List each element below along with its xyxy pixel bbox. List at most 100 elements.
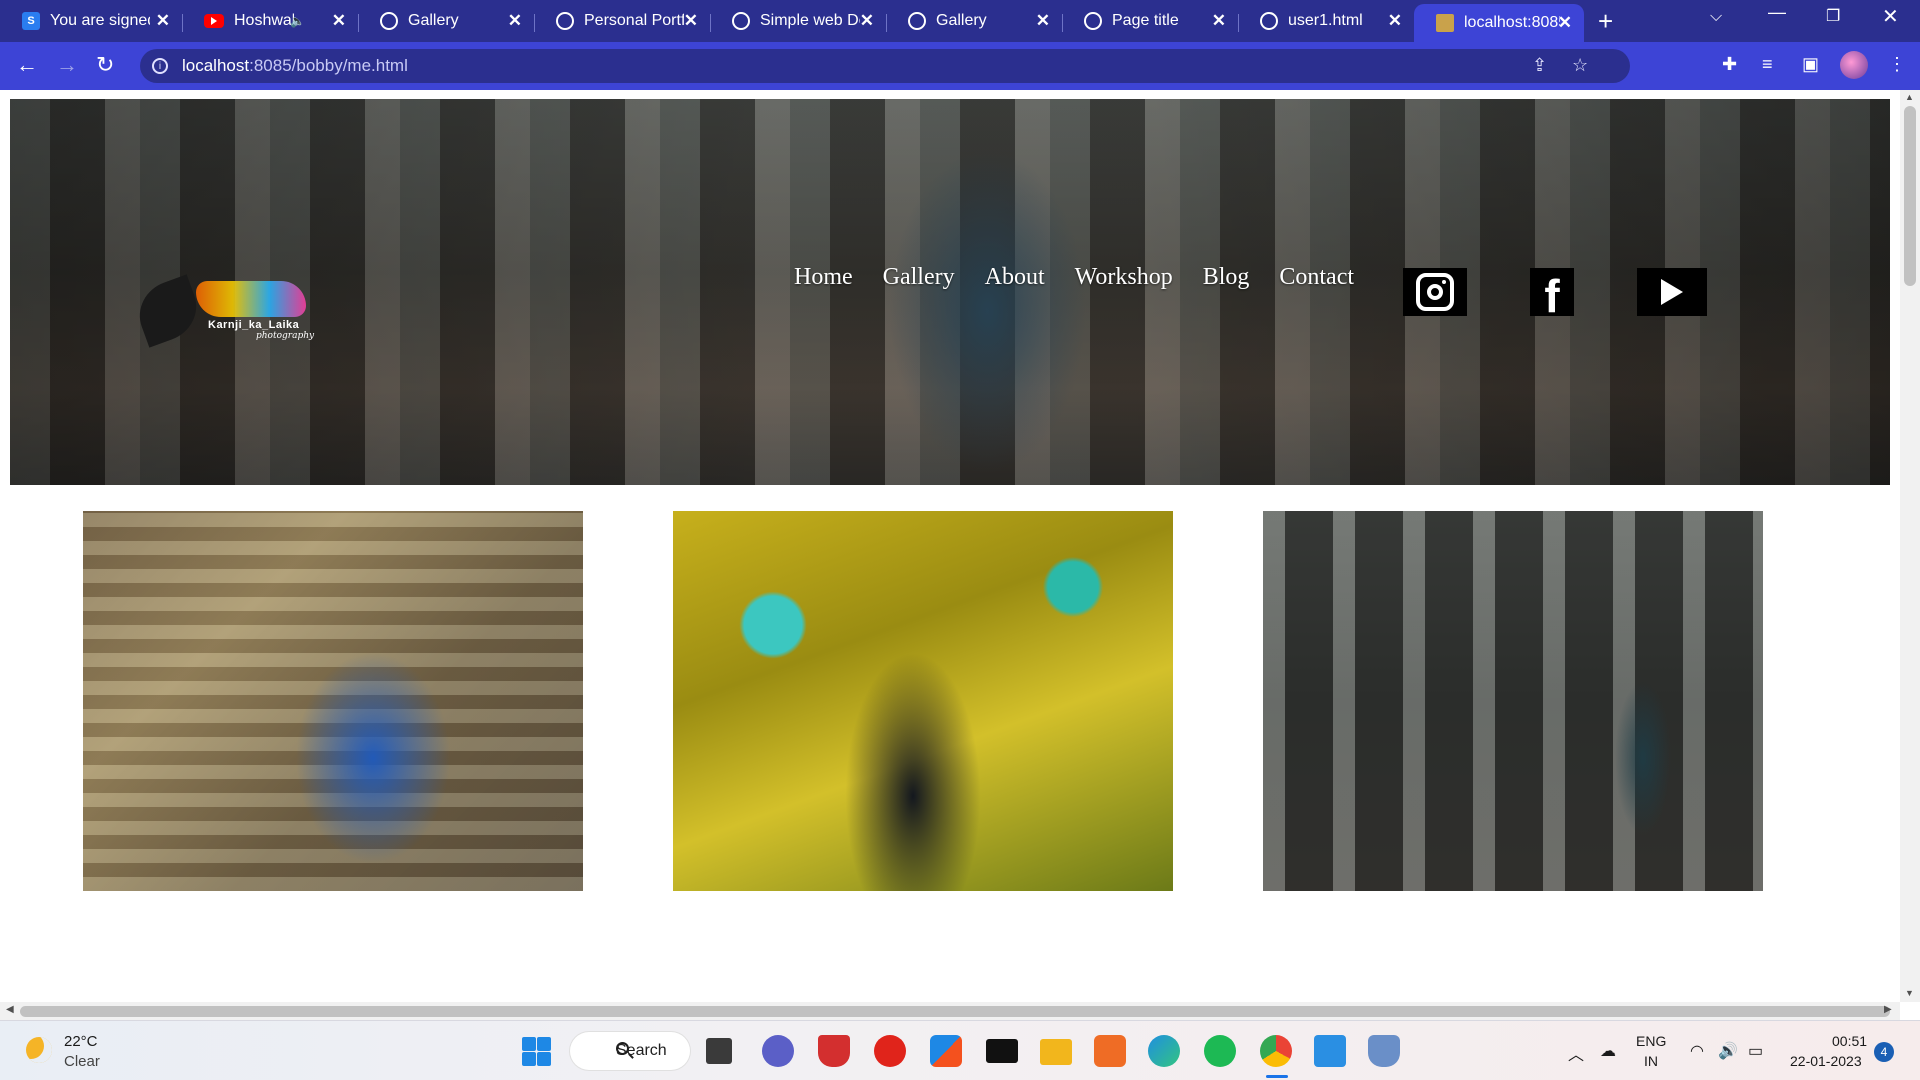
onedrive-icon[interactable]: ☁ [1600,1041,1616,1061]
moon-icon[interactable] [26,1037,52,1063]
facebook-link[interactable]: f [1530,268,1574,320]
close-icon[interactable]: ✕ [1558,13,1572,33]
gallery-photo-2[interactable] [673,511,1173,891]
nav-blog[interactable]: Blog [1203,264,1250,291]
url-text[interactable]: localhost:8085/bobby/me.html [182,56,408,76]
close-icon[interactable]: ✕ [332,11,346,31]
opera-icon[interactable] [874,1035,906,1067]
battery-icon[interactable]: ▭ [1748,1041,1763,1061]
tab-title: Gallery [936,12,987,29]
back-icon[interactable]: ← [16,52,38,78]
youtube-link[interactable] [1637,268,1707,316]
virtualbox-icon[interactable] [1368,1035,1400,1067]
globe-icon [1084,12,1102,30]
taskbar-search[interactable]: Search [570,1032,690,1070]
tab-8[interactable]: user1.html ✕ [1238,4,1414,38]
gallery-photo-1[interactable] [83,511,583,891]
vertical-scroll-thumb[interactable] [1904,106,1916,286]
tab-search-icon[interactable]: ⌵ [1710,8,1722,26]
windows-logo-icon [522,1037,536,1051]
speaker-icon[interactable]: 🔈 [290,14,305,28]
globe-icon [732,12,750,30]
site-logo[interactable]: Karnji_ka_Laika photography [130,274,338,348]
close-icon[interactable]: ✕ [860,11,874,31]
close-icon[interactable]: ✕ [684,11,698,31]
nav-gallery[interactable]: Gallery [883,264,955,291]
tab-4[interactable]: Personal Portf ✕ [534,4,710,38]
youtube-play-icon [1661,279,1683,305]
nav-workshop[interactable]: Workshop [1075,264,1173,291]
microsoft-store-icon[interactable] [930,1035,962,1067]
instagram-link[interactable] [1403,268,1467,316]
vertical-scrollbar[interactable]: ▲ ▼ [1900,90,1920,1002]
side-panel-icon[interactable]: ▣ [1802,54,1819,75]
new-tab-button[interactable]: + [1598,6,1613,37]
chrome-icon[interactable] [1260,1035,1292,1067]
bookmark-star-icon[interactable]: ☆ [1572,55,1588,76]
media-queue-icon[interactable]: ≡ [1762,54,1773,75]
extensions-icon[interactable]: ✚ [1722,54,1737,75]
horizontal-scrollbar[interactable]: ◀ ▶ [0,1002,1900,1020]
tab-title: You are signed [50,12,150,29]
close-icon[interactable]: ✕ [1212,11,1226,31]
weather-condition[interactable]: Clear [64,1053,100,1070]
weather-temp[interactable]: 22°C [64,1033,98,1050]
info-icon[interactable]: i [152,58,168,74]
scroll-right-arrow-icon[interactable]: ▶ [1884,1004,1892,1015]
window-close-icon[interactable]: ✕ [1882,4,1899,29]
vscode-icon[interactable] [1314,1035,1346,1067]
tab-title: Page title [1112,12,1179,29]
facebook-icon: f [1544,270,1560,322]
file-explorer-icon[interactable] [1040,1039,1072,1065]
leaf-icon [130,274,206,348]
mcafee-icon[interactable] [818,1035,850,1067]
volume-icon[interactable]: 🔊 [1718,1041,1738,1061]
horizontal-scroll-thumb[interactable] [20,1006,1890,1017]
clock-time[interactable]: 00:51 [1832,1033,1867,1049]
close-icon[interactable]: ✕ [156,11,170,31]
nav-home[interactable]: Home [794,264,853,291]
tab-title: localhost:8085 [1464,14,1560,31]
language-code[interactable]: ENG [1636,1033,1666,1049]
youtube-icon [204,14,224,28]
restore-icon[interactable]: ❐ [1826,6,1840,26]
scroll-up-arrow-icon[interactable]: ▲ [1905,92,1914,102]
chevron-up-icon[interactable]: ︿ [1568,1041,1584,1065]
terminal-icon[interactable] [986,1039,1018,1063]
tab-7[interactable]: Page title ✕ [1062,4,1238,38]
nav-about[interactable]: About [985,264,1045,291]
spotify-icon[interactable] [1204,1035,1236,1067]
language-region[interactable]: IN [1644,1053,1658,1069]
close-icon[interactable]: ✕ [1036,11,1050,31]
task-view-icon[interactable] [706,1038,732,1064]
globe-icon [908,12,926,30]
notification-badge[interactable]: 4 [1874,1042,1894,1062]
tab-title: user1.html [1288,12,1363,29]
profile-avatar[interactable] [1840,51,1868,79]
tab-3[interactable]: Gallery ✕ [358,4,534,38]
tab-6[interactable]: Gallery ✕ [886,4,1062,38]
scroll-left-arrow-icon[interactable]: ◀ [6,1004,14,1015]
reload-icon[interactable]: ↻ [96,52,114,78]
gallery-photo-3[interactable] [1263,511,1763,891]
nav-contact[interactable]: Contact [1279,264,1354,291]
tab-5[interactable]: Simple web De ✕ [710,4,886,38]
close-icon[interactable]: ✕ [508,11,522,31]
tab-2[interactable]: Hoshwalo 🔈 ✕ [182,4,358,38]
xampp-icon[interactable] [1094,1035,1126,1067]
wifi-icon[interactable]: ◠ [1690,1041,1704,1061]
scroll-down-arrow-icon[interactable]: ▼ [1905,988,1914,998]
hero-banner: Karnji_ka_Laika photography Home Gallery… [10,99,1890,485]
clock-date[interactable]: 22-01-2023 [1790,1053,1862,1069]
minimize-icon[interactable]: — [1768,2,1786,23]
tab-1[interactable]: S You are signed ✕ [0,4,182,38]
start-button[interactable] [520,1035,552,1067]
teams-chat-icon[interactable] [762,1035,794,1067]
edge-icon[interactable] [1148,1035,1180,1067]
address-bar[interactable]: i localhost:8085/bobby/me.html ⇪ ☆ [140,49,1630,83]
forward-icon[interactable]: → [56,52,78,78]
share-icon[interactable]: ⇪ [1532,55,1547,76]
menu-kebab-icon[interactable]: ⋮ [1888,54,1906,75]
close-icon[interactable]: ✕ [1388,11,1402,31]
tab-active[interactable]: localhost:8085 ✕ [1414,4,1584,42]
